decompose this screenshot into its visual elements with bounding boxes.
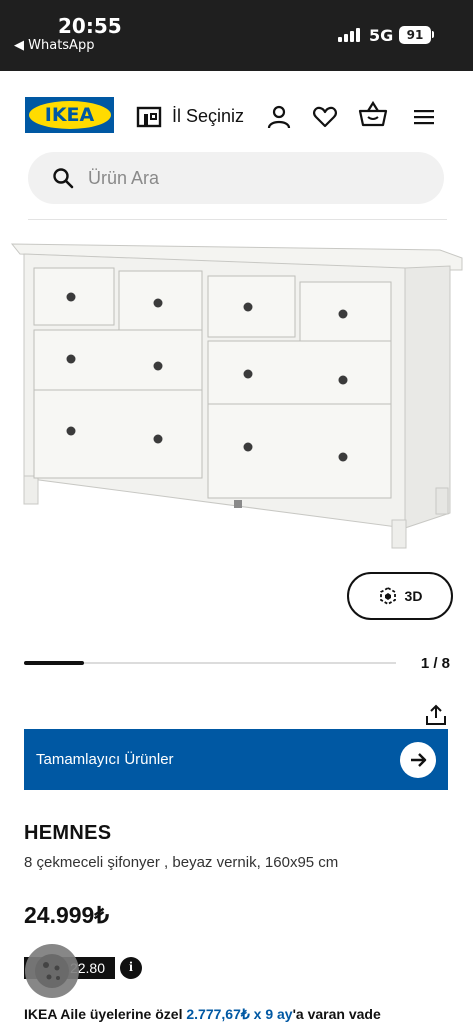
battery-icon: 91: [399, 26, 431, 44]
cube-3d-icon: [379, 586, 396, 606]
user-icon[interactable]: [266, 104, 292, 130]
view-3d-button[interactable]: 3D: [347, 572, 453, 620]
share-icon[interactable]: [425, 704, 447, 726]
banner-label: Tamamlayıcı Ürünler: [36, 751, 174, 768]
ikea-logo[interactable]: IKEA: [25, 97, 114, 133]
installment-highlight[interactable]: 2.777,67₺ x 9 ay: [186, 1006, 292, 1022]
basket-icon[interactable]: [358, 100, 388, 130]
carousel-count: 1 / 8: [420, 655, 450, 672]
installment-prefix: IKEA Aile üyelerine özel: [24, 1006, 187, 1022]
header-divider: [28, 219, 447, 220]
info-icon[interactable]: i: [120, 957, 142, 979]
installment-info: IKEA Aile üyelerine özel 2.777,67₺ x 9 a…: [24, 1006, 381, 1023]
installment-suffix: 'a varan vade: [292, 1006, 381, 1022]
search-icon: [53, 168, 74, 189]
status-time: 20:55: [58, 14, 122, 38]
battery-tip: [432, 31, 434, 38]
search-bar[interactable]: [28, 152, 444, 204]
carousel-progress[interactable]: [24, 661, 396, 665]
status-bar: 20:55 ◀ WhatsApp 5G 91: [0, 0, 473, 71]
product-name: HEMNES: [24, 822, 112, 844]
search-input[interactable]: [88, 152, 428, 204]
arrow-right-icon: [411, 753, 427, 767]
menu-icon[interactable]: [412, 104, 438, 130]
product-price: 24.999₺: [24, 902, 109, 928]
store-select-label[interactable]: İl Seçiniz: [172, 106, 244, 127]
logo-text: IKEA: [44, 104, 95, 126]
product-image[interactable]: [0, 228, 473, 558]
store-icon[interactable]: [136, 105, 162, 129]
heart-icon[interactable]: [312, 104, 338, 130]
network-type: 5G: [369, 26, 394, 45]
back-to-whatsapp-link[interactable]: ◀ WhatsApp: [14, 38, 94, 53]
product-description: 8 çekmeceli şifonyer , beyaz vernik, 160…: [24, 854, 339, 871]
cookie-icon[interactable]: [24, 943, 80, 999]
complementary-products-banner[interactable]: Tamamlayıcı Ürünler: [24, 729, 448, 790]
logo-oval: IKEA: [28, 101, 111, 129]
carousel-progress-fill: [24, 661, 84, 665]
arrow-right-button[interactable]: [400, 742, 436, 778]
view-3d-label: 3D: [404, 588, 423, 604]
signal-icon: [338, 28, 360, 42]
